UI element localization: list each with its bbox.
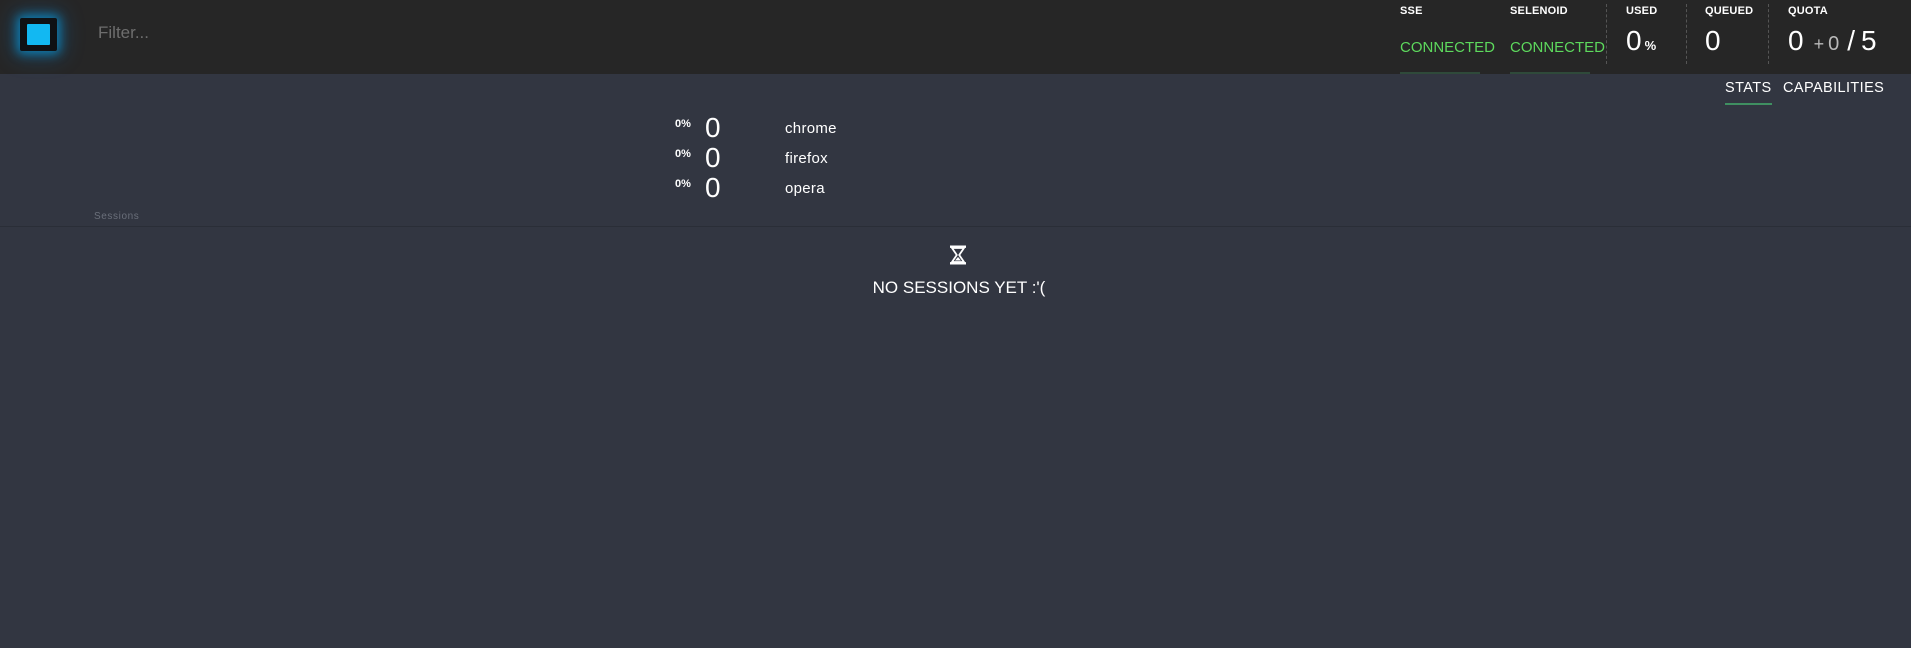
quota-total: 5 (1861, 25, 1877, 56)
sse-underline (1400, 72, 1480, 74)
section-divider (0, 226, 1911, 227)
browser-row-firefox: 0% 0 firefox (675, 142, 975, 174)
used-unit: % (1644, 38, 1657, 53)
used-number: 0 (1626, 25, 1642, 56)
browser-name: opera (785, 180, 825, 197)
queued-value: 0 (1705, 25, 1721, 56)
sse-label: SSE (1400, 5, 1423, 17)
quota-pending: 0 (1828, 33, 1840, 55)
used-value: 0% (1626, 25, 1656, 57)
empty-sessions-message: NO SESSIONS YET :'( (872, 278, 1046, 297)
browser-percent: 0% (675, 118, 691, 130)
divider (1686, 4, 1687, 64)
quota-separator: / (1847, 25, 1855, 56)
browser-name: firefox (785, 150, 828, 167)
used-stat: USED 0% (1626, 0, 1686, 74)
quota-label: QUOTA (1788, 5, 1828, 17)
logo-square (27, 24, 50, 45)
browser-row-chrome: 0% 0 chrome (675, 112, 975, 144)
browser-percent: 0% (675, 178, 691, 190)
app-logo-icon[interactable] (20, 18, 57, 51)
divider (1768, 4, 1769, 64)
selenoid-label: SELENOID (1510, 5, 1568, 17)
used-label: USED (1626, 5, 1658, 17)
tab-capabilities[interactable]: CAPABILITIES (1783, 80, 1884, 96)
queued-label: QUEUED (1705, 5, 1754, 17)
sessions-caption: Sessions (94, 211, 140, 222)
selenoid-state: CONNECTED (1510, 39, 1606, 56)
sse-status: SSE CONNECTED (1400, 0, 1495, 74)
quota-stat: QUOTA 0 +0/5 (1788, 0, 1908, 74)
divider (1606, 4, 1607, 64)
browser-name: chrome (785, 120, 837, 137)
quota-plus: + (1813, 34, 1825, 54)
tab-stats[interactable]: STATS (1725, 80, 1772, 105)
queued-stat: QUEUED 0 (1705, 0, 1765, 74)
browser-count: 0 (705, 172, 721, 203)
top-bar: SSE CONNECTED SELENOID CONNECTED USED 0%… (0, 0, 1911, 74)
sse-state: CONNECTED (1400, 39, 1496, 56)
browser-count: 0 (705, 112, 721, 143)
browser-percent: 0% (675, 148, 691, 160)
browser-count: 0 (705, 142, 721, 173)
quota-value: 0 +0/5 (1788, 25, 1877, 57)
filter-input[interactable] (84, 18, 684, 48)
selenoid-underline (1510, 72, 1590, 74)
selenoid-status: SELENOID CONNECTED (1510, 0, 1606, 74)
quota-used: 0 (1788, 25, 1804, 56)
hourglass-icon (950, 245, 966, 265)
browser-row-opera: 0% 0 opera (675, 172, 975, 204)
